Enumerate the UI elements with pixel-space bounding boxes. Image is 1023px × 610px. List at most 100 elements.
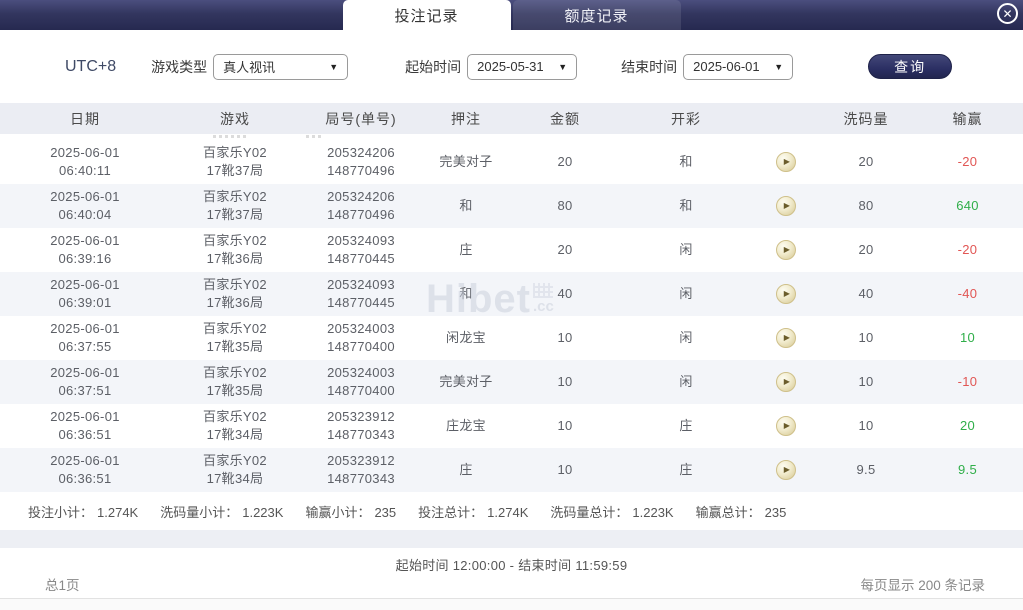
cell-result: 闲 — [620, 272, 752, 316]
cell-order-no2: 148770445 — [327, 295, 395, 310]
play-icon[interactable]: ▶ — [776, 460, 796, 480]
cell-game: 百家乐Y02 — [203, 233, 267, 249]
tab-bet-records[interactable]: 投注记录 — [342, 0, 511, 30]
cell-date: 2025-06-01 — [50, 233, 120, 249]
cell-bet: 完美对子 — [422, 360, 510, 404]
clipped-row-remnant — [0, 134, 1023, 140]
table-row: 2025-06-01 06:40:04 百家乐Y02 17靴37局 20532420… — [0, 184, 1023, 228]
summary-wash-subtotal: 洗码量小计： 1.223K — [160, 504, 284, 520]
table-row: 2025-06-01 06:36:51 百家乐Y02 17靴34局 20532391… — [0, 404, 1023, 448]
cell-date: 2025-06-01 — [50, 145, 120, 161]
cell-round: 17靴36局 — [206, 251, 264, 266]
summary-bet-subtotal: 投注小计： 1.274K — [28, 504, 139, 520]
tab-quota-records[interactable]: 额度记录 — [512, 0, 681, 30]
cell-round: 17靴34局 — [206, 427, 264, 442]
cell-game: 百家乐Y02 — [203, 365, 267, 381]
cell-game: 百家乐Y02 — [203, 453, 267, 469]
table-header-row: 日期 游戏 局号(单号) 押注 金额 开彩 洗码量 输赢 — [0, 103, 1023, 134]
cell-winloss: 640 — [912, 184, 1023, 228]
table-row: 2025-06-01 06:40:11 百家乐Y02 17靴37局 20532420… — [0, 140, 1023, 184]
cell-time: 06:39:01 — [58, 295, 112, 310]
cell-date: 2025-06-01 — [50, 189, 120, 205]
cell-round: 17靴37局 — [206, 163, 264, 178]
play-icon[interactable]: ▶ — [776, 372, 796, 392]
end-time-label: 结束时间 — [621, 58, 678, 75]
header-round-number: 局号(单号) — [300, 103, 422, 134]
cell-winloss: -40 — [912, 272, 1023, 316]
cell-order-no2: 148770400 — [327, 339, 395, 354]
cell-winloss: 9.5 — [912, 448, 1023, 492]
cell-order-no2: 148770400 — [327, 383, 395, 398]
header-replay — [752, 103, 820, 134]
table-row: 2025-06-01 06:39:01 百家乐Y02 17靴36局 20532409… — [0, 272, 1023, 316]
filter-bar: UTC+8 游戏类型 真人视讯 ▼ 起始时间 2025-05-31 ▼ 结束时间… — [0, 30, 1023, 103]
play-icon[interactable]: ▶ — [776, 416, 796, 436]
cell-round: 17靴34局 — [206, 471, 264, 486]
play-icon[interactable]: ▶ — [776, 284, 796, 304]
cell-wash: 20 — [820, 228, 912, 272]
cell-amount: 10 — [510, 316, 620, 360]
cell-time: 06:39:16 — [58, 251, 112, 266]
cell-date: 2025-06-01 — [50, 453, 120, 469]
play-icon[interactable]: ▶ — [776, 328, 796, 348]
cell-date: 2025-06-01 — [50, 409, 120, 425]
table-row: 2025-06-01 06:39:16 百家乐Y02 17靴36局 20532409… — [0, 228, 1023, 272]
cell-order-no: 205323912 — [327, 409, 395, 425]
start-date-select[interactable]: 2025-05-31 ▼ — [467, 53, 578, 80]
header-bet: 押注 — [422, 103, 510, 134]
chevron-down-icon: ▼ — [774, 61, 784, 72]
cell-order-no2: 148770496 — [327, 207, 395, 222]
divider-band — [0, 530, 1023, 548]
cell-order-no: 205324003 — [327, 365, 395, 381]
cell-order-no: 205324003 — [327, 321, 395, 337]
end-date-select[interactable]: 2025-06-01 ▼ — [683, 53, 794, 80]
cell-wash: 9.5 — [820, 448, 912, 492]
chevron-down-icon: ▼ — [558, 61, 568, 72]
cell-time: 06:40:04 — [58, 207, 112, 222]
play-icon[interactable]: ▶ — [776, 240, 796, 260]
cell-game: 百家乐Y02 — [203, 277, 267, 293]
close-icon[interactable]: ✕ — [997, 3, 1018, 24]
cell-wash: 20 — [820, 140, 912, 184]
game-type-value: 真人视讯 — [223, 60, 276, 75]
cell-amount: 20 — [510, 228, 620, 272]
cell-result: 和 — [620, 140, 752, 184]
cell-result: 闲 — [620, 360, 752, 404]
bottom-strip — [0, 598, 1023, 610]
play-icon[interactable]: ▶ — [776, 152, 796, 172]
cell-bet: 庄 — [422, 448, 510, 492]
cell-game: 百家乐Y02 — [203, 189, 267, 205]
cell-wash: 80 — [820, 184, 912, 228]
cell-bet: 完美对子 — [422, 140, 510, 184]
game-type-select[interactable]: 真人视讯 ▼ — [213, 53, 349, 80]
records-table: 日期 游戏 局号(单号) 押注 金额 开彩 洗码量 输赢 — [0, 103, 1023, 134]
cell-wash: 10 — [820, 360, 912, 404]
cell-bet: 庄龙宝 — [422, 404, 510, 448]
cell-time: 06:37:55 — [58, 339, 112, 354]
cell-amount: 10 — [510, 448, 620, 492]
end-date-value: 2025-06-01 — [693, 59, 760, 74]
header-winloss: 输赢 — [912, 103, 1023, 134]
query-button[interactable]: 查询 — [868, 54, 953, 79]
cell-game: 百家乐Y02 — [203, 321, 267, 337]
cell-wash: 40 — [820, 272, 912, 316]
time-range-note: 起始时间 12:00:00 - 结束时间 11:59:59 — [395, 558, 628, 573]
cell-amount: 10 — [510, 404, 620, 448]
cell-order-no: 205323912 — [327, 453, 395, 469]
cell-wash: 10 — [820, 404, 912, 448]
summary-winloss-total: 输赢总计： 235 — [695, 504, 787, 520]
cell-order-no2: 148770496 — [327, 163, 395, 178]
cell-winloss: -20 — [912, 228, 1023, 272]
table-row: 2025-06-01 06:37:55 百家乐Y02 17靴35局 20532400… — [0, 316, 1023, 360]
header-date: 日期 — [0, 103, 170, 134]
start-time-label: 起始时间 — [405, 58, 462, 75]
table-row: 2025-06-01 06:37:51 百家乐Y02 17靴35局 20532400… — [0, 360, 1023, 404]
cell-winloss: -10 — [912, 360, 1023, 404]
play-icon[interactable]: ▶ — [776, 196, 796, 216]
cell-time: 06:37:51 — [58, 383, 112, 398]
records-table-body: 2025-06-01 06:40:11 百家乐Y02 17靴37局 20532420… — [0, 140, 1023, 492]
cell-amount: 10 — [510, 360, 620, 404]
cell-order-no2: 148770343 — [327, 471, 395, 486]
header-game: 游戏 — [170, 103, 300, 134]
cell-date: 2025-06-01 — [50, 321, 120, 337]
